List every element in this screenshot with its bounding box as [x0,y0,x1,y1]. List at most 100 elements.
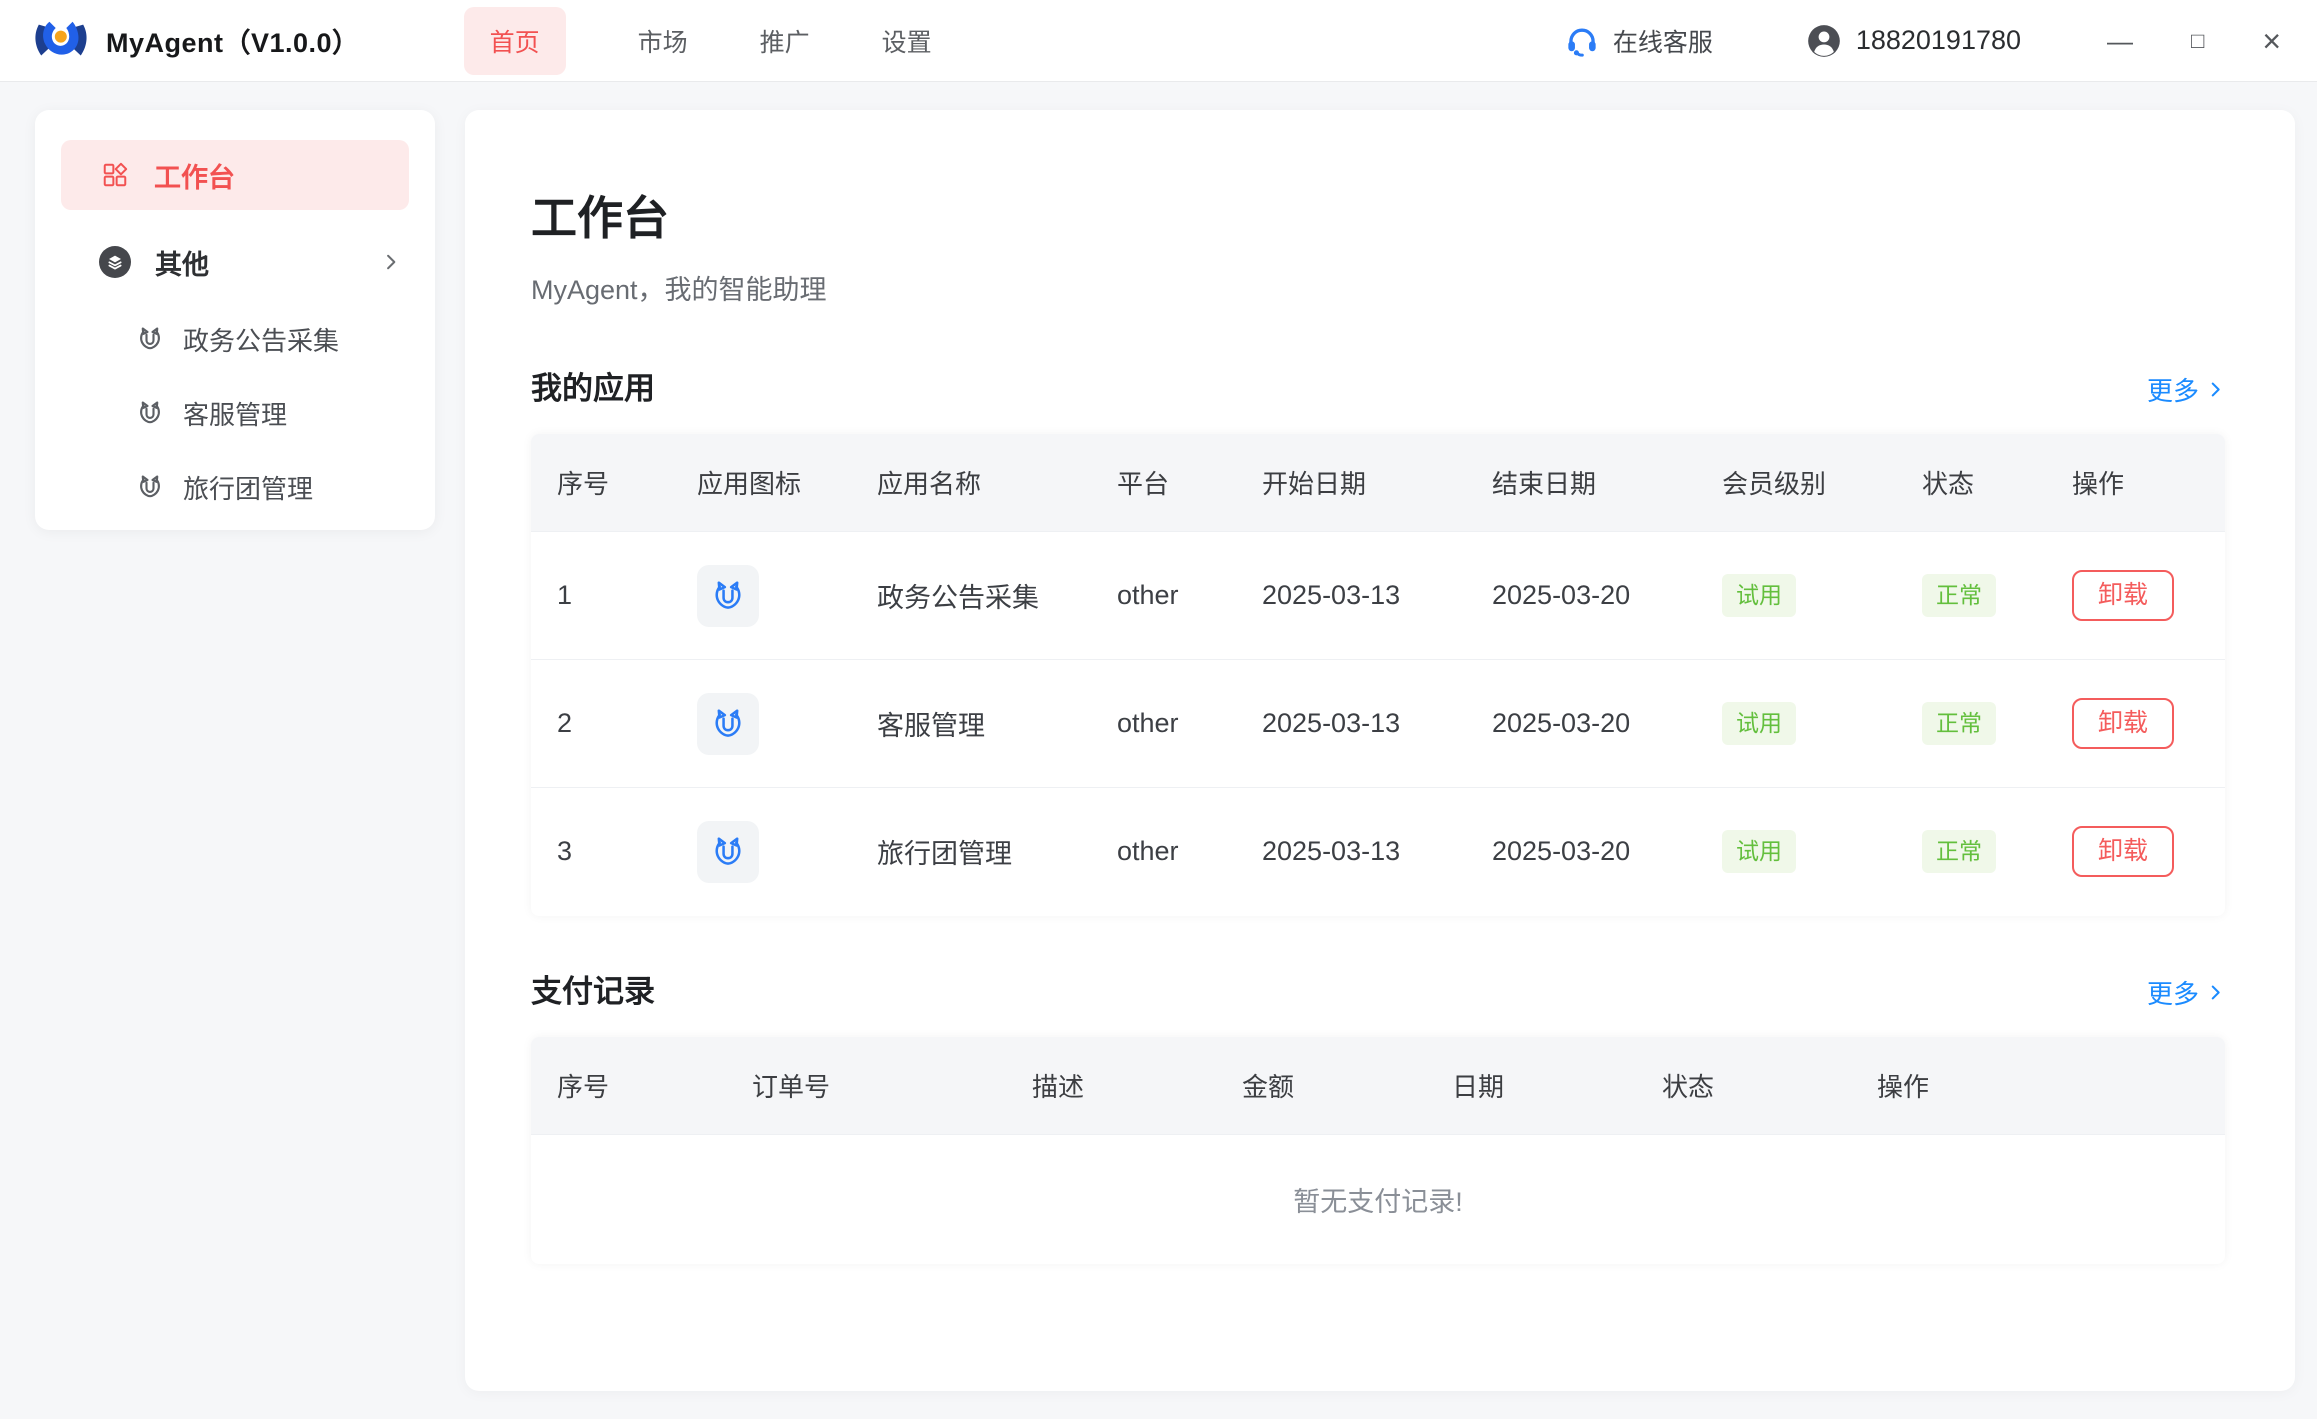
online-support-button[interactable]: 在线客服 [1564,23,1713,59]
cell-start-date: 2025-03-13 [1236,660,1466,788]
cell-status: 正常 [1896,788,2046,916]
app-icon-tile [697,565,759,627]
sidebar-item-gov-announcement[interactable]: 政务公告采集 [61,316,409,362]
ox-badge-icon [709,577,747,615]
col-actions: 操作 [2046,434,2225,532]
cell-member-level: 试用 [1696,532,1896,660]
sidebar-item-label: 工作台 [154,156,235,195]
col-index: 序号 [531,434,671,532]
ox-badge-icon [135,324,165,354]
col-platform: 平台 [1091,434,1236,532]
app-logo-icon [30,14,92,68]
grid-icon [101,161,129,189]
col-app-name: 应用名称 [851,434,1091,532]
ox-badge-icon [709,833,747,871]
cell-actions: 卸载 [2046,788,2225,916]
sidebar-item-label: 旅行团管理 [183,469,313,506]
user-account-button[interactable]: 18820191780 [1805,22,2021,60]
uninstall-button[interactable]: 卸载 [2072,698,2174,749]
ox-badge-icon [135,398,165,428]
cell-platform: other [1091,532,1236,660]
app-title: MyAgent（V1.0.0） [106,21,360,60]
col-actions: 操作 [1851,1037,2225,1135]
level-badge: 试用 [1722,830,1796,873]
user-phone: 18820191780 [1856,25,2021,56]
my-apps-section-header: 我的应用 更多 [531,363,2225,408]
ox-badge-icon [135,472,165,502]
table-header-row: 序号 应用图标 应用名称 平台 开始日期 结束日期 会员级别 状态 操作 [531,434,2225,532]
nav-item-settings[interactable]: 设置 [882,7,932,75]
nav-item-market[interactable]: 市场 [638,7,688,75]
cell-start-date: 2025-03-13 [1236,532,1466,660]
col-status: 状态 [1636,1037,1851,1135]
payments-title: 支付记录 [531,966,655,1011]
nav-item-promotion[interactable]: 推广 [760,7,810,75]
cell-app-icon [671,660,851,788]
sidebar-item-tour-group[interactable]: 旅行团管理 [61,464,409,510]
status-badge: 正常 [1922,574,1996,617]
cell-status: 正常 [1896,660,2046,788]
close-button[interactable]: × [2262,25,2281,57]
sidebar-item-customer-service[interactable]: 客服管理 [61,390,409,436]
cell-status: 正常 [1896,532,2046,660]
app-icon-tile [697,821,759,883]
sidebar-item-label: 政务公告采集 [183,321,339,358]
nav-item-home[interactable]: 首页 [464,7,566,75]
app-row-1: 1 政务公告采集 other 2025-03-13 2025-03-20 试用 … [531,532,2225,660]
payments-section-header: 支付记录 更多 [531,966,2225,1011]
layers-icon [99,246,131,278]
cell-actions: 卸载 [2046,532,2225,660]
my-apps-table: 序号 应用图标 应用名称 平台 开始日期 结束日期 会员级别 状态 操作 1 [531,434,2225,916]
more-label: 更多 [2147,371,2199,408]
titlebar: MyAgent（V1.0.0） 首页 市场 推广 设置 在线客服 1882019… [0,0,2317,82]
cell-end-date: 2025-03-20 [1466,660,1696,788]
cell-actions: 卸载 [2046,660,2225,788]
cell-start-date: 2025-03-13 [1236,788,1466,916]
col-date: 日期 [1426,1037,1636,1135]
col-status: 状态 [1896,434,2046,532]
col-description: 描述 [1006,1037,1216,1135]
cell-member-level: 试用 [1696,788,1896,916]
col-order-no: 订单号 [726,1037,1006,1135]
app-row-3: 3 旅行团管理 other 2025-03-13 2025-03-20 试用 正… [531,788,2225,916]
cell-app-name: 旅行团管理 [851,788,1091,916]
ox-badge-icon [709,705,747,743]
col-member-level: 会员级别 [1696,434,1896,532]
uninstall-button[interactable]: 卸载 [2072,826,2174,877]
col-app-icon: 应用图标 [671,434,851,532]
table-header-row: 序号 订单号 描述 金额 日期 状态 操作 [531,1037,2225,1135]
payments-empty-row: 暂无支付记录! [531,1134,2225,1264]
payments-empty-text: 暂无支付记录! [531,1134,2225,1264]
my-apps-more-link[interactable]: 更多 [2147,371,2225,408]
payments-table: 序号 订单号 描述 金额 日期 状态 操作 暂无支付记录! [531,1037,2225,1265]
sidebar: 工作台 其他 政务公告采集 客服管理 旅行团管理 [35,110,435,530]
main-panel: 工作台 MyAgent，我的智能助理 我的应用 更多 序号 应用图标 应用名称 … [465,110,2295,1391]
minimize-button[interactable]: — [2107,28,2133,54]
uninstall-button[interactable]: 卸载 [2072,570,2174,621]
more-label: 更多 [2147,974,2199,1011]
col-end-date: 结束日期 [1466,434,1696,532]
chevron-right-icon [2206,380,2225,399]
cell-platform: other [1091,788,1236,916]
sidebar-item-workbench[interactable]: 工作台 [61,140,409,210]
cell-index: 3 [531,788,671,916]
sidebar-item-label: 其他 [155,243,209,282]
col-amount: 金额 [1216,1037,1426,1135]
col-start-date: 开始日期 [1236,434,1466,532]
cell-app-icon [671,788,851,916]
page-subtitle: MyAgent，我的智能助理 [531,268,2225,307]
app-icon-tile [697,693,759,755]
cell-index: 2 [531,660,671,788]
maximize-button[interactable]: □ [2191,30,2204,52]
sidebar-item-other[interactable]: 其他 [61,236,409,288]
topbar-right: 在线客服 18820191780 — □ × [1564,22,2281,60]
avatar-icon [1805,22,1843,60]
headset-icon [1564,23,1600,59]
chevron-right-icon [2206,983,2225,1002]
payments-more-link[interactable]: 更多 [2147,974,2225,1011]
window-controls: — □ × [2107,25,2281,57]
level-badge: 试用 [1722,574,1796,617]
cell-end-date: 2025-03-20 [1466,788,1696,916]
page-title: 工作台 [531,182,2225,248]
status-badge: 正常 [1922,702,1996,745]
